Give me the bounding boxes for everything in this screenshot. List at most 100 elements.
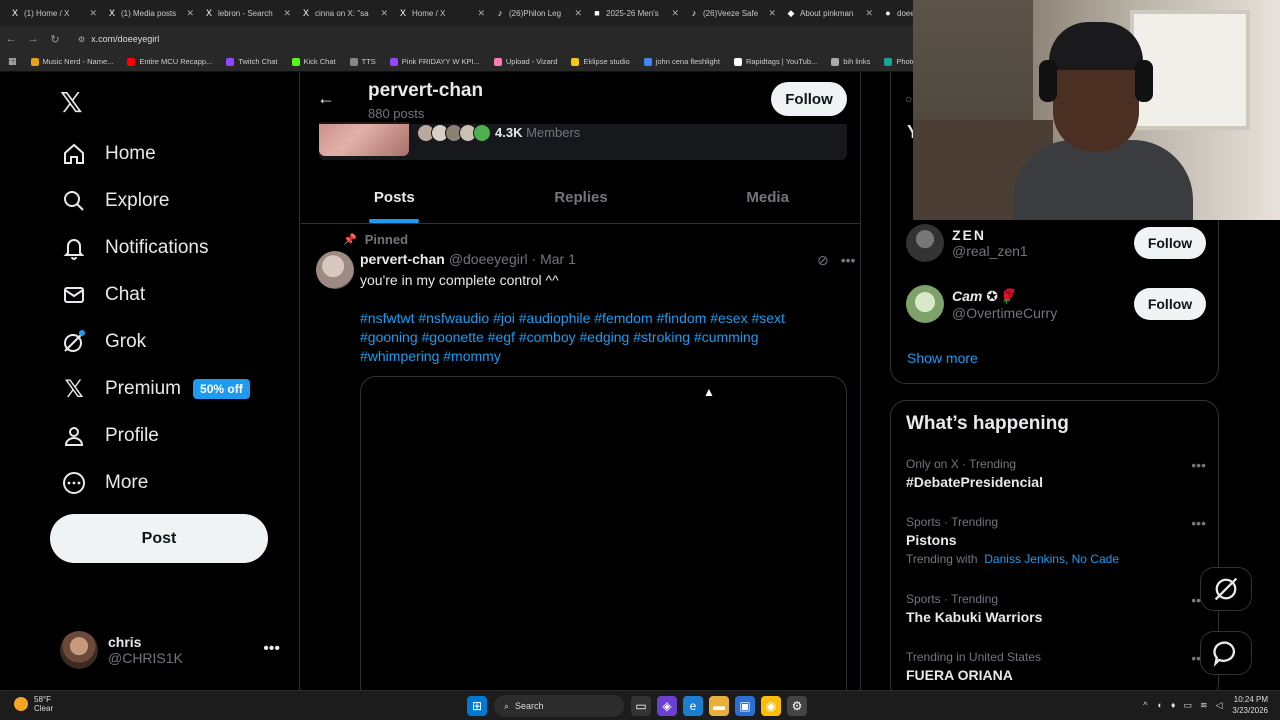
tab-posts[interactable]: Posts: [301, 172, 488, 223]
bookmark-item[interactable]: Eklipse studio: [571, 57, 630, 66]
task-view-icon[interactable]: ▭: [631, 696, 651, 716]
suggestion-row[interactable]: Cam ✪🌹 @OvertimeCurry Follow: [906, 284, 1206, 324]
nav-more[interactable]: More: [60, 463, 148, 503]
more-dots-icon[interactable]: •••: [841, 252, 856, 269]
tab-label: (26)Veeze Safe: [703, 8, 759, 18]
follow-button[interactable]: Follow: [771, 82, 847, 116]
browser-tab[interactable]: X Home / X ✕: [394, 2, 489, 24]
wifi-icon[interactable]: ≋: [1200, 700, 1208, 711]
bookmark-item[interactable]: TTS: [349, 57, 376, 66]
post-author-avatar[interactable]: [316, 251, 354, 289]
url-field[interactable]: ⚙ x.com/doeeyegirl: [70, 29, 890, 49]
store-icon[interactable]: ▣: [735, 696, 755, 716]
post-button[interactable]: Post: [50, 514, 268, 563]
chat-float-button[interactable]: [1200, 631, 1252, 675]
trend-item[interactable]: Sports · Trending The Kabuki Warriors ••…: [906, 592, 1206, 625]
bookmark-item[interactable]: Twitch Chat: [226, 57, 278, 66]
screen: X (1) Home / X ✕ X (1) Media posts ✕ Xlebron -…: [0, 0, 1280, 720]
app-icon[interactable]: ⚙: [787, 696, 807, 716]
site-info-icon[interactable]: ⚙: [78, 35, 85, 44]
follow-button[interactable]: Follow: [1134, 288, 1206, 320]
copilot-icon[interactable]: ◈: [657, 696, 677, 716]
forward-nav-icon[interactable]: →: [22, 28, 44, 50]
tab-close-icon[interactable]: ✕: [283, 8, 291, 19]
nav-chat[interactable]: Chat: [60, 275, 145, 315]
nav-explore[interactable]: Explore: [60, 181, 169, 221]
tab-favicon-icon: X: [302, 8, 309, 18]
nav-grok[interactable]: Grok: [60, 322, 146, 362]
apps-grid-icon[interactable]: ▦: [8, 56, 17, 67]
browser-tab[interactable]: ■ 2025-26 Men's ✕: [588, 2, 683, 24]
tab-close-icon[interactable]: ✕: [186, 8, 194, 19]
network-icon[interactable]: ◐: [1157, 700, 1162, 710]
trend-item[interactable]: Only on X · Trending #DebatePresidencial…: [906, 457, 1206, 490]
tab-close-icon[interactable]: ✕: [768, 8, 776, 19]
start-icon[interactable]: ⊞: [467, 696, 487, 716]
tab-close-icon[interactable]: ✕: [89, 8, 97, 19]
browser-tab[interactable]: ♪ (26)Philon Leg ✕: [491, 2, 586, 24]
tab-close-icon[interactable]: ✕: [477, 8, 485, 19]
browser-tab[interactable]: X (1) Home / X ✕: [6, 2, 101, 24]
bookmark-item[interactable]: Music Nerd - Name...: [30, 57, 113, 66]
post-actions-top: ⊘ •••: [805, 252, 855, 269]
show-more-link[interactable]: Show more: [907, 350, 978, 366]
monitor-icon[interactable]: ▭: [1183, 700, 1192, 711]
community-banner[interactable]: 4.3K Members: [319, 122, 847, 160]
nav-notifications[interactable]: Notifications: [60, 228, 209, 268]
bookmark-item[interactable]: bih links: [831, 57, 870, 66]
taskbar-search[interactable]: ⌕ Search: [494, 695, 624, 717]
tab-close-icon[interactable]: ✕: [380, 8, 388, 19]
bookmark-item[interactable]: Entire MCU Recapp...: [127, 57, 212, 66]
browser-tab[interactable]: Xcinna on X: "sa ✕: [297, 2, 392, 24]
browser-tab[interactable]: ◆ About pinkman ✕: [782, 2, 877, 24]
premium-discount-badge: 50% off: [193, 379, 250, 399]
tab-close-icon[interactable]: ✕: [671, 8, 679, 19]
post-media[interactable]: [360, 376, 847, 690]
microphone-icon[interactable]: ♦: [1171, 700, 1176, 710]
nav-home[interactable]: Home: [60, 134, 156, 174]
tab-close-icon[interactable]: ✕: [865, 8, 873, 19]
bookmark-item[interactable]: Pink FRIDAYY W KPI...: [389, 57, 480, 66]
grok-icon[interactable]: ⊘: [817, 252, 829, 269]
post-author-name[interactable]: pervert-chan: [360, 251, 445, 267]
bookmark-item[interactable]: Upload - Vizard: [493, 57, 557, 66]
bookmark-item[interactable]: Kick Chat: [291, 57, 336, 66]
more-dots-icon[interactable]: •••: [1191, 457, 1206, 473]
weather-widget[interactable]: 58°F Clear: [14, 695, 53, 713]
tab-replies[interactable]: Replies: [488, 172, 675, 223]
browser-tab[interactable]: Xlebron - Search ✕: [200, 2, 295, 24]
edge-icon[interactable]: e: [683, 696, 703, 716]
chevron-up-icon[interactable]: ^: [1143, 700, 1147, 710]
tab-close-icon[interactable]: ✕: [574, 8, 582, 19]
file-explorer-icon[interactable]: ▬: [709, 696, 729, 716]
more-dots-icon[interactable]: •••: [263, 640, 280, 658]
volume-icon[interactable]: ◁: [1215, 700, 1222, 711]
nav-premium[interactable]: 𝕏 Premium 50% off: [60, 369, 250, 409]
post-meta[interactable]: @doeeyegirl · Mar 1: [449, 251, 576, 267]
search-icon[interactable]: ○: [905, 92, 912, 106]
nav-profile[interactable]: Profile: [60, 416, 159, 456]
post-hashtags[interactable]: #nsfwtwt #nsfwaudio #joi #audiophile #fe…: [360, 309, 840, 366]
browser-tab[interactable]: ♪ (26)Veeze Safe ✕: [685, 2, 780, 24]
more-dots-icon[interactable]: •••: [1191, 515, 1206, 531]
bookmark-item[interactable]: Rapidtags | YouTub...: [733, 57, 817, 66]
clock[interactable]: 10:24 PM 3/23/2026: [1232, 694, 1268, 716]
tab-favicon-icon: X: [399, 8, 406, 18]
back-arrow-icon[interactable]: ←: [317, 88, 335, 109]
account-avatar: [60, 631, 98, 669]
trend-with-links[interactable]: Daniss Jenkins, No Cade: [984, 552, 1119, 566]
trend-item[interactable]: Sports · Trending Pistons Trending with …: [906, 515, 1206, 566]
suggestion-row[interactable]: ZEN @real_zen1 Follow: [906, 223, 1206, 263]
grok-float-button[interactable]: [1200, 567, 1252, 611]
back-nav-icon[interactable]: ←: [0, 28, 22, 50]
browser-tab[interactable]: X (1) Media posts ✕: [103, 2, 198, 24]
account-handle: @CHRIS1K: [108, 650, 183, 666]
trend-item[interactable]: Trending in United States FUERA ORIANA •…: [906, 650, 1206, 683]
chrome-icon[interactable]: ◉: [761, 696, 781, 716]
account-switcher[interactable]: chris @CHRIS1K •••: [60, 628, 290, 672]
follow-button[interactable]: Follow: [1134, 227, 1206, 259]
reload-icon[interactable]: ↻: [44, 28, 66, 50]
bookmark-item[interactable]: john cena fleshlight: [643, 57, 720, 66]
x-logo-icon[interactable]: 𝕏: [60, 86, 83, 119]
tab-media[interactable]: Media: [674, 172, 860, 223]
